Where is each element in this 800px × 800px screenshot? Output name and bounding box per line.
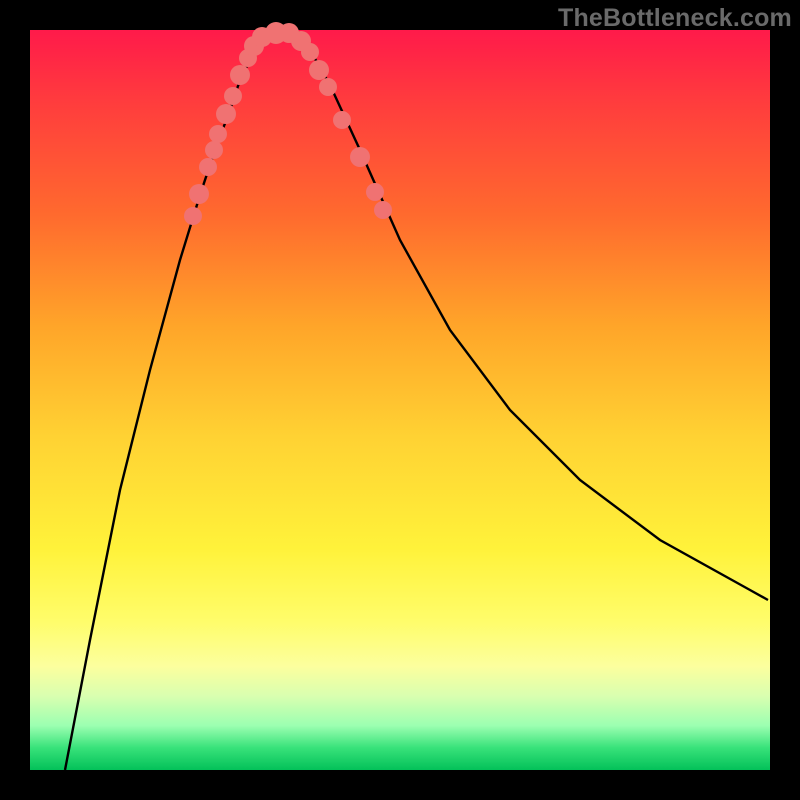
bottleneck-curve [65, 34, 768, 770]
data-marker [189, 184, 209, 204]
data-marker [319, 78, 337, 96]
data-marker [230, 65, 250, 85]
data-marker [301, 43, 319, 61]
chart-plot-area [30, 30, 770, 770]
data-marker [205, 141, 223, 159]
marker-group [184, 22, 392, 225]
data-marker [333, 111, 351, 129]
data-marker [374, 201, 392, 219]
data-marker [309, 60, 329, 80]
data-marker [199, 158, 217, 176]
data-marker [350, 147, 370, 167]
data-marker [216, 104, 236, 124]
chart-svg [30, 30, 770, 770]
watermark-text: TheBottleneck.com [558, 4, 792, 33]
data-marker [209, 125, 227, 143]
data-marker [184, 207, 202, 225]
data-marker [366, 183, 384, 201]
data-marker [224, 87, 242, 105]
